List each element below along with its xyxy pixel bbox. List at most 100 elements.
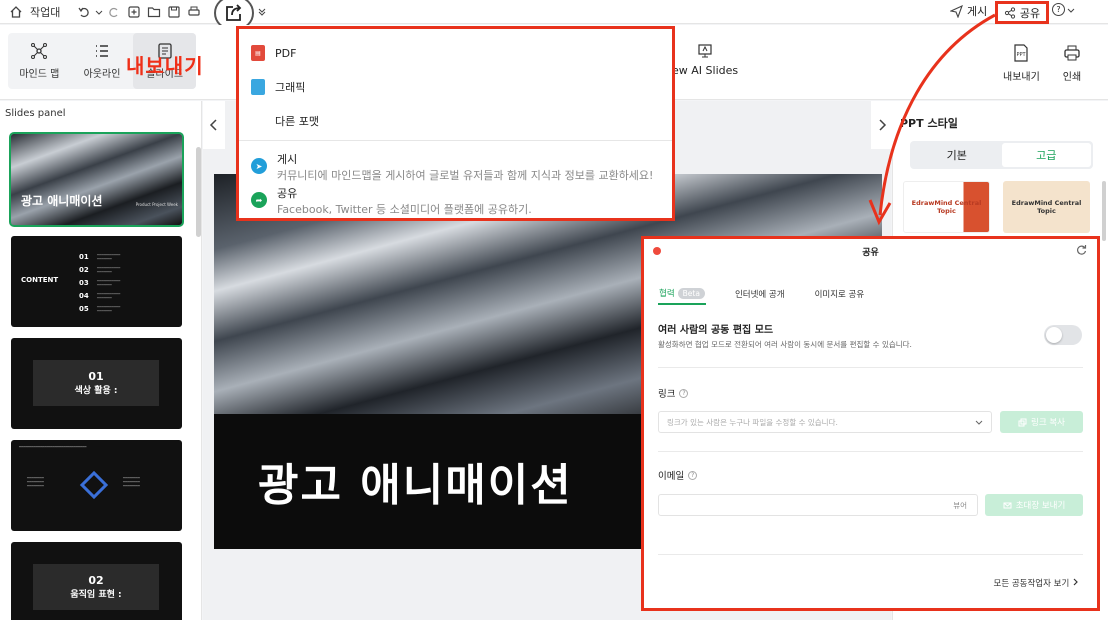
email-input[interactable]: 뷰어 — [658, 494, 978, 516]
slide-thumb-3[interactable]: 01 색상 활용 : — [11, 338, 182, 429]
post-desc: 커뮤니티에 마인드맵을 게시하여 글로벌 유저들과 함께 지식과 정보를 교환하… — [277, 169, 654, 182]
thumb-subtitle: Product Project Week — [135, 202, 178, 207]
export-graphic-item[interactable]: 그래픽 — [251, 79, 305, 95]
slides-panel-title: Slides panel — [5, 108, 66, 119]
share-desc: Facebook, Twitter 등 소셜미디어 플랫폼에 공유하기. — [277, 203, 532, 216]
content-num: 01 — [79, 252, 89, 261]
style-scrollbar[interactable] — [1102, 181, 1106, 241]
export-dropdown-menu: ▤ PDF 그래픽 다른 포맷 ➤ 게시 커뮤니티에 마인드맵을 게시하여 글로… — [236, 26, 675, 221]
info-icon[interactable]: ? — [679, 388, 689, 398]
all-collaborators-link[interactable]: 모든 공동작업자 보기 — [994, 577, 1080, 589]
share-dialog-title: 공유 — [862, 248, 879, 258]
ppt-file-icon: PPT — [1014, 44, 1029, 62]
content-placeholder-text: ━━━━━━━━━━━ ━━━━━━━ — [97, 265, 121, 274]
content-num: 04 — [79, 291, 89, 300]
tab-collaborate[interactable]: 협력 Beta — [658, 283, 706, 305]
info-icon[interactable]: ? — [688, 470, 698, 480]
open-folder-icon[interactable] — [144, 2, 164, 22]
section-number: 01 — [88, 370, 104, 383]
outline-icon — [96, 45, 108, 57]
mindmap-icon — [31, 43, 48, 59]
refresh-icon[interactable] — [1076, 244, 1087, 258]
slides-panel: Slides panel 광고 애니매이션 Product Project We… — [0, 101, 202, 620]
section-box: 01 색상 활용 : — [33, 360, 159, 406]
export-pdf-label: PDF — [275, 46, 297, 60]
coedit-title: 여러 사람의 공동 편집 모드 — [658, 325, 774, 336]
copy-link-label: 링크 복사 — [1031, 418, 1065, 428]
share-tabs: 협력 Beta 인터넷에 공개 이미지로 공유 — [658, 283, 893, 305]
export-other-item[interactable]: 다른 포맷 — [275, 113, 319, 129]
slide-title[interactable]: 광고 애니매이션 — [258, 449, 573, 513]
tab-publish-web-label: 인터넷에 공개 — [734, 290, 785, 300]
share-item[interactable]: ➦ 공유 Facebook, Twitter 등 소셜미디어 플랫폼에 공유하기… — [251, 185, 532, 217]
share-title: 공유 — [277, 187, 298, 200]
coedit-desc: 활성화하면 협업 모드로 전환되어 여러 사람이 동시에 문서를 편집할 수 있… — [658, 340, 912, 349]
chevron-down-icon — [1067, 8, 1075, 13]
content-num: 02 — [79, 265, 89, 274]
more-chevron-icon[interactable] — [252, 2, 272, 22]
coedit-toggle[interactable] — [1044, 325, 1082, 345]
send-invite-button[interactable]: 초대장 보내기 — [985, 494, 1083, 516]
section-title: 움직임 표현 : — [70, 590, 122, 600]
new-ai-slides-button[interactable]: ew AI Slides — [672, 43, 738, 77]
tab-collaborate-label: 협력 — [659, 289, 675, 299]
svg-text:PPT: PPT — [1017, 52, 1027, 58]
email-role-select[interactable]: 뷰어 — [953, 500, 967, 511]
export-callout-annotation: 내보내기 — [126, 54, 204, 78]
slide-thumb-1[interactable]: 광고 애니매이션 Product Project Week — [9, 132, 184, 227]
seg-advanced[interactable]: 고급 — [1001, 143, 1091, 167]
slide-thumb-2[interactable]: CONTENT 01 ━━━━━━━━━━━ ━━━━━━━ 02 ━━━━━━━━━… — [11, 236, 182, 327]
tab-publish-web[interactable]: 인터넷에 공개 — [734, 283, 786, 305]
all-collaborators-label: 모든 공동작업자 보기 — [993, 579, 1070, 589]
copy-link-button[interactable]: 링크 복사 — [1000, 411, 1083, 433]
undo-dropdown-icon[interactable] — [94, 2, 104, 22]
view-mindmap-button[interactable]: 마인드 맵 — [8, 33, 71, 89]
ai-slides-label: ew AI Slides — [672, 64, 739, 77]
post-title: 게시 — [277, 153, 298, 166]
slides-scrollbar[interactable] — [196, 147, 201, 237]
workspace-button[interactable]: 작업대 — [0, 0, 66, 24]
menu-divider — [239, 140, 672, 141]
redo-icon[interactable] — [104, 2, 124, 22]
slide-thumb-4[interactable]: ━━━━━━━━━━━━━━━━━━━━━━━━━━━━━━━━ ━━━━━━━… — [11, 440, 182, 531]
link-section-label: 링크 ? — [658, 386, 689, 400]
email-label: 이메일 — [658, 471, 685, 482]
home-icon — [6, 2, 26, 22]
help-button[interactable]: ? — [1052, 3, 1075, 16]
chevron-left-icon — [209, 119, 217, 131]
thumb-content-list: 01 ━━━━━━━━━━━ ━━━━━━━ 02 ━━━━━━━━━━━ ━━━━━━… — [79, 250, 175, 315]
view-mindmap-label: 마인드 맵 — [19, 69, 60, 80]
divider — [658, 451, 1083, 452]
section-box: 02 움직임 표현 : — [33, 564, 159, 610]
printer-icon — [1064, 45, 1080, 61]
print-label: 인쇄 — [1062, 72, 1082, 83]
export-pdf-item[interactable]: ▤ PDF — [251, 45, 296, 61]
ai-slides-icon — [698, 44, 712, 58]
chevron-down-icon — [975, 420, 983, 425]
link-permission-select[interactable]: 링크가 있는 사람은 누구나 파일을 수정할 수 있습니다. — [658, 411, 992, 433]
link-permission-text: 링크가 있는 사람은 누구나 파일을 수정할 수 있습니다. — [667, 417, 838, 427]
thumb-placeholder-text: ━━━━━━━━ ━━━━━━━━ ━━━━━━━━ — [123, 476, 140, 488]
slide-thumb-5[interactable]: 02 움직임 표현 : — [11, 542, 182, 620]
thumb-placeholder-text: ━━━━━━━━ ━━━━━━━━ ━━━━━━━━ — [27, 476, 44, 488]
diamond-shape — [79, 470, 109, 500]
thumb-title: 광고 애니매이션 — [21, 194, 103, 208]
view-outline-button[interactable]: 아웃라인 — [71, 33, 134, 89]
tab-share-image[interactable]: 이미지로 공유 — [814, 283, 866, 305]
style-card-2[interactable]: EdrawMind Central Topic — [1003, 181, 1090, 233]
post-item[interactable]: ➤ 게시 커뮤니티에 마인드맵을 게시하여 글로벌 유저들과 함께 지식과 정보… — [251, 151, 653, 183]
content-num: 05 — [79, 304, 89, 313]
new-file-icon[interactable] — [124, 2, 144, 22]
undo-icon[interactable] — [74, 2, 94, 22]
collapse-left-button[interactable] — [203, 101, 225, 149]
chevron-right-icon — [1073, 578, 1078, 586]
print-icon[interactable] — [184, 2, 204, 22]
print-button[interactable]: 인쇄 — [1062, 43, 1082, 83]
share-label: 공유 — [1019, 6, 1041, 20]
share-dialog: 공유 협력 Beta 인터넷에 공개 이미지로 공유 여러 사람의 공동 편집 … — [641, 236, 1100, 611]
email-section-label: 이메일 ? — [658, 468, 698, 482]
section-number: 02 — [88, 574, 104, 587]
callout-arrow — [868, 13, 996, 226]
save-icon[interactable] — [164, 2, 184, 22]
beta-badge: Beta — [677, 287, 705, 299]
